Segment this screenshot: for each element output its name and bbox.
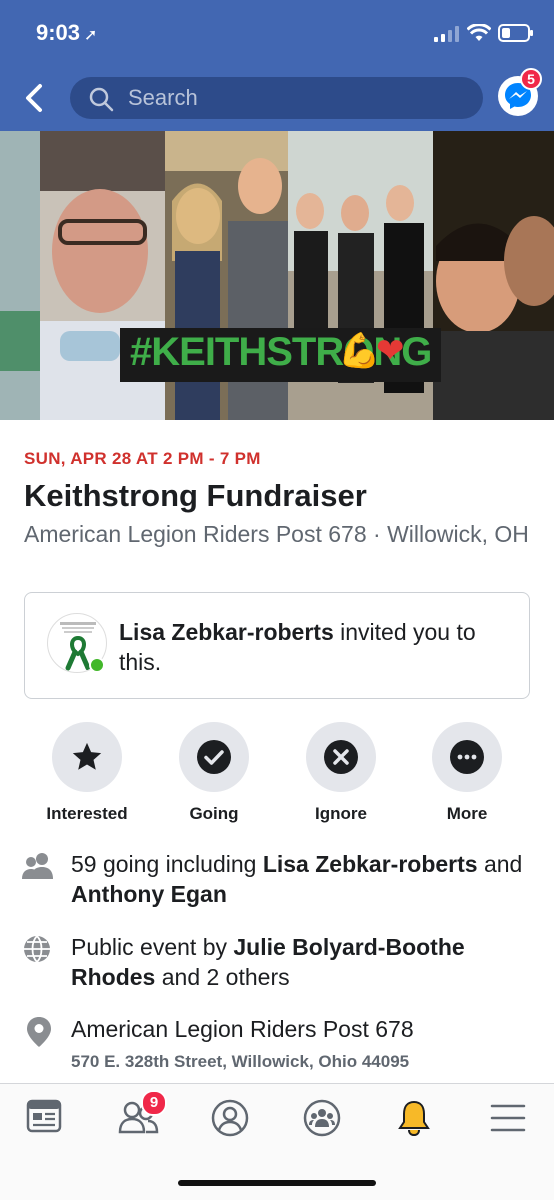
tab-groups[interactable] xyxy=(302,1098,346,1138)
place-name[interactable]: American Legion Riders Post 678 xyxy=(71,1014,541,1044)
check-icon xyxy=(197,740,231,774)
star-icon xyxy=(72,742,102,770)
status-bar: 9:03 ➚ xyxy=(0,0,554,68)
host-row[interactable]: Public event by Julie Bolyard-Boothe Rho… xyxy=(0,932,554,994)
going-circle[interactable] xyxy=(179,722,249,792)
friends-badge: 9 xyxy=(141,1090,167,1116)
back-chevron-icon[interactable] xyxy=(22,82,50,114)
place-address[interactable]: 570 E. 328th Street, Willowick, Ohio 440… xyxy=(71,1052,409,1072)
x-icon xyxy=(324,740,358,774)
going-text: 59 going including Lisa Zebkar-roberts a… xyxy=(71,849,541,909)
more-button[interactable]: More xyxy=(412,722,522,824)
menu-icon xyxy=(490,1104,526,1132)
going-and-text: and xyxy=(477,851,523,877)
going-label: Going xyxy=(189,804,239,823)
home-indicator[interactable] xyxy=(178,1180,376,1186)
search-input[interactable] xyxy=(128,82,468,114)
host-suffix[interactable]: and 2 others xyxy=(155,964,290,990)
location-arrow-icon: ➚ xyxy=(84,27,98,44)
messenger-button[interactable]: 5 xyxy=(498,68,542,116)
heart-icon: ❤ xyxy=(376,332,405,370)
profile-icon xyxy=(211,1099,249,1137)
more-circle[interactable] xyxy=(432,722,502,792)
messenger-badge: 5 xyxy=(520,68,542,90)
event-date: SUN, APR 28 AT 2 PM - 7 PM xyxy=(24,449,261,468)
tab-profile[interactable] xyxy=(210,1098,254,1138)
ignore-button[interactable]: Ignore xyxy=(286,722,396,824)
more-label: More xyxy=(446,804,488,823)
cover-photo[interactable]: #KEITHSTRONG 💪 ❤ xyxy=(0,131,554,420)
interested-label: Interested xyxy=(46,804,128,823)
signal-icon xyxy=(434,26,459,42)
status-time: 9:03 ➚ xyxy=(36,20,97,46)
tab-notifications[interactable] xyxy=(394,1098,438,1138)
tab-news-feed[interactable] xyxy=(24,1098,68,1138)
event-title: Keithstrong Fundraiser xyxy=(24,478,367,513)
going-row[interactable]: 59 going including Lisa Zebkar-roberts a… xyxy=(0,849,554,911)
rsvp-actions: Interested Going Ignore More xyxy=(0,722,554,832)
more-icon xyxy=(450,740,484,774)
place-row[interactable]: American Legion Riders Post 678 570 E. 3… xyxy=(0,1014,554,1078)
ignore-circle[interactable] xyxy=(306,722,376,792)
notifications-icon xyxy=(398,1100,430,1137)
going-friend-2[interactable]: Anthony Egan xyxy=(71,881,227,907)
search-icon xyxy=(89,87,114,112)
clock-text: 9:03 xyxy=(36,20,81,45)
interested-circle[interactable] xyxy=(52,722,122,792)
tab-menu[interactable] xyxy=(488,1098,532,1138)
event-location-line[interactable]: American Legion Riders Post 678 · Willow… xyxy=(24,519,534,549)
inviter-name[interactable]: Lisa Zebkar-roberts xyxy=(119,619,334,645)
wifi-icon xyxy=(467,24,491,41)
top-bar: 9:03➚ 5 xyxy=(0,0,554,131)
going-count-text: 59 going including xyxy=(71,851,263,877)
search-bar[interactable] xyxy=(70,77,483,119)
going-button[interactable]: Going xyxy=(159,722,269,824)
invite-text: Lisa Zebkar-roberts invited you to this. xyxy=(119,617,519,677)
online-status-dot xyxy=(89,657,105,673)
flexed-arm-icon: 💪 xyxy=(338,332,381,370)
map-pin-icon xyxy=(27,1017,51,1047)
people-icon xyxy=(22,853,53,879)
ignore-label: Ignore xyxy=(315,804,367,823)
globe-icon xyxy=(24,935,50,963)
interested-button[interactable]: Interested xyxy=(32,722,142,824)
host-prefix: Public event by xyxy=(71,934,234,960)
tab-friends[interactable]: 9 xyxy=(117,1090,167,1138)
invite-card[interactable]: Lisa Zebkar-roberts invited you to this. xyxy=(24,592,530,699)
host-text: Public event by Julie Bolyard-Boothe Rho… xyxy=(71,932,541,992)
groups-icon xyxy=(303,1099,341,1137)
news-feed-icon xyxy=(26,1099,62,1133)
battery-icon xyxy=(498,24,533,42)
going-friend-1[interactable]: Lisa Zebkar-roberts xyxy=(263,851,478,877)
